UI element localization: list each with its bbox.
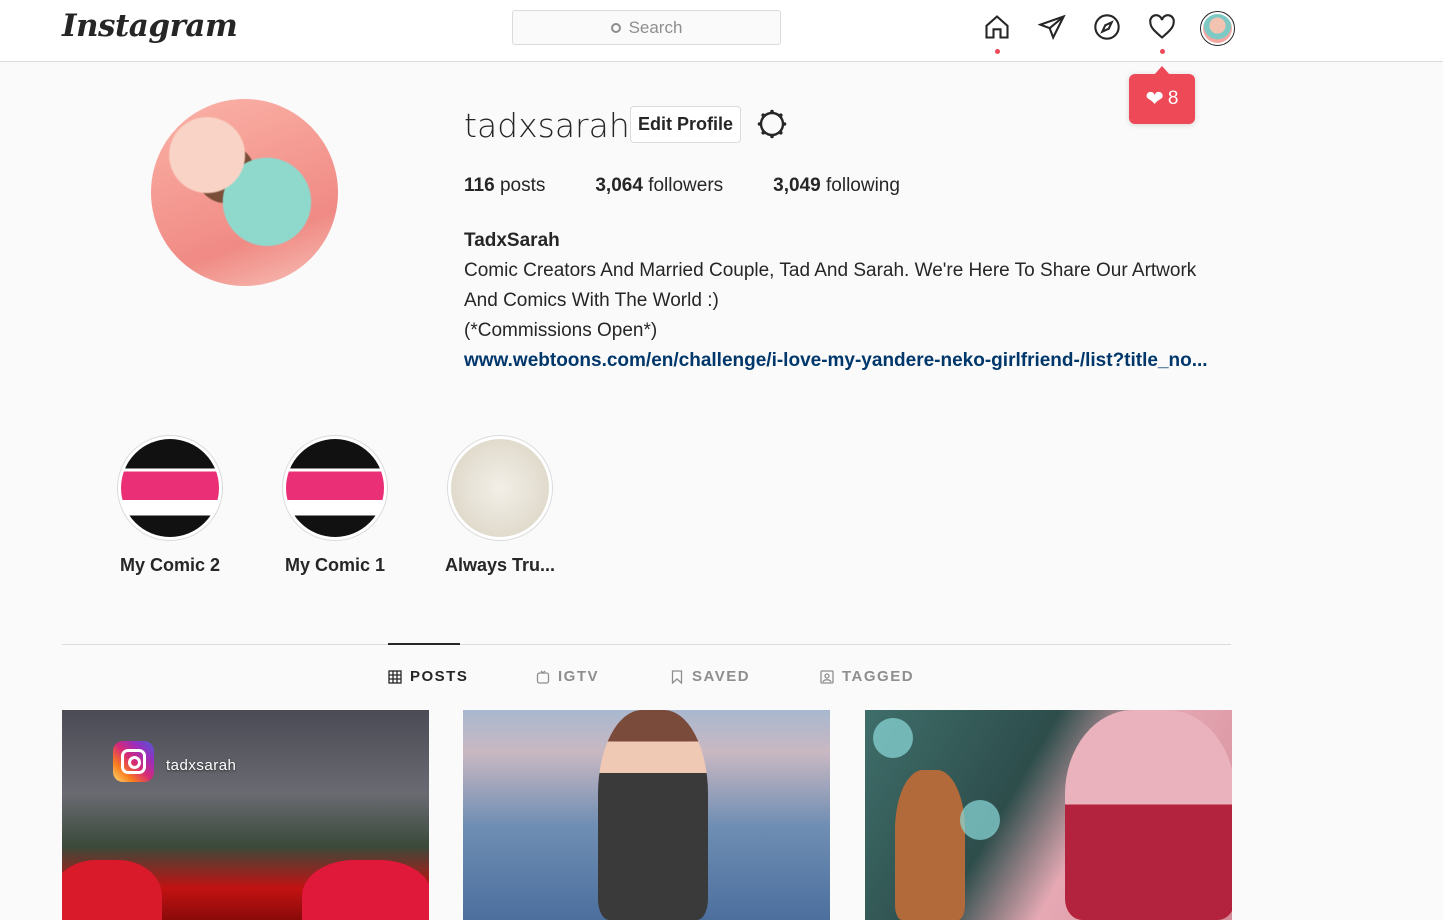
profile-avatar[interactable]	[1200, 11, 1235, 46]
post-artwork-figure	[895, 770, 965, 920]
highlight-image	[286, 439, 384, 537]
following-count: 3,049	[773, 175, 821, 196]
posts-label: posts	[499, 175, 546, 196]
post-artwork-figure	[302, 860, 429, 920]
tagged-icon	[820, 669, 834, 684]
profile-bio: TadxSarah Comic Creators And Married Cou…	[464, 226, 1244, 376]
bubble-shape	[960, 800, 1000, 840]
explore-icon[interactable]	[1092, 12, 1122, 42]
highlight-cover	[117, 435, 223, 541]
highlight-image	[451, 439, 549, 537]
bio-website-link[interactable]: www.webtoons.com/en/challenge/i-love-my-…	[464, 346, 1229, 376]
post-thumbnail[interactable]	[865, 710, 1232, 920]
active-tab-indicator	[388, 643, 460, 645]
tab-label: TAGGED	[842, 668, 915, 685]
highlight-my-comic-2[interactable]: My Comic 2	[100, 435, 240, 576]
tab-saved[interactable]: SAVED	[670, 668, 750, 685]
likes-count: 8	[1167, 88, 1179, 109]
posts-stat: 116 posts	[464, 175, 545, 197]
heart-icon: ❤	[1145, 86, 1164, 111]
profile-full-name: TadxSarah	[464, 230, 560, 251]
activity-icon[interactable]	[1147, 12, 1177, 42]
top-nav: Instagram Search	[0, 0, 1443, 62]
tabs-divider	[62, 644, 1231, 645]
bookmark-icon	[671, 669, 683, 684]
tab-label: SAVED	[692, 668, 751, 685]
highlight-label: Always Tru...	[444, 555, 556, 575]
search-icon	[610, 22, 621, 33]
edit-profile-button[interactable]: Edit Profile	[630, 106, 741, 143]
home-indicator-dot	[995, 49, 1000, 54]
grid-icon	[388, 669, 402, 684]
posts-count: 116	[464, 175, 495, 196]
post-artwork-figure	[598, 710, 708, 920]
tab-label: IGTV	[558, 668, 600, 685]
bio-line: Comic Creators And Married Couple, Tad A…	[464, 260, 1197, 281]
activity-indicator-dot	[1160, 49, 1165, 54]
highlight-my-comic-1[interactable]: My Comic 1	[265, 435, 405, 576]
highlight-label: My Comic 1	[284, 555, 386, 575]
direct-icon[interactable]	[1037, 12, 1067, 42]
home-icon[interactable]	[982, 12, 1012, 42]
tab-igtv[interactable]: IGTV	[536, 668, 599, 685]
post-artwork-figure	[62, 860, 162, 920]
post-thumbnail[interactable]: tadxsarah	[62, 710, 429, 920]
followers-stat[interactable]: 3,064 followers	[595, 175, 723, 197]
bubble-shape	[873, 718, 913, 758]
following-label: following	[826, 175, 900, 196]
profile-picture[interactable]	[151, 99, 338, 286]
tab-tagged[interactable]: TAGGED	[820, 668, 914, 685]
post-overlay-handle: tadxsarah	[166, 757, 237, 774]
igtv-icon	[536, 670, 550, 684]
highlight-cover	[282, 435, 388, 541]
profile-stats: 116 posts 3,064 followers 3,049 followin…	[464, 175, 950, 197]
likes-notification-badge[interactable]: ❤ 8	[1129, 66, 1195, 124]
highlight-cover	[447, 435, 553, 541]
following-stat[interactable]: 3,049 following	[773, 175, 900, 197]
bio-line: And Comics With The World :)	[464, 290, 719, 311]
instagram-logo[interactable]: Instagram	[62, 8, 238, 44]
highlight-image	[121, 439, 219, 537]
search-placeholder: Search	[628, 17, 683, 37]
followers-count: 3,064	[595, 175, 643, 196]
options-gear-icon[interactable]	[756, 108, 788, 140]
avatar-image	[1203, 14, 1232, 43]
highlight-label: My Comic 2	[119, 555, 221, 575]
post-thumbnail[interactable]	[463, 710, 830, 920]
highlight-always-true[interactable]: Always Tru...	[430, 435, 570, 576]
tab-label: POSTS	[410, 668, 469, 685]
instagram-icon	[113, 741, 154, 782]
bio-line: (*Commissions Open*)	[464, 320, 658, 341]
tab-posts[interactable]: POSTS	[388, 668, 468, 685]
search-input[interactable]: Search	[512, 10, 781, 45]
post-artwork-figure	[1065, 710, 1232, 920]
followers-label: followers	[648, 175, 724, 196]
profile-username: tadxsarah	[464, 106, 630, 145]
